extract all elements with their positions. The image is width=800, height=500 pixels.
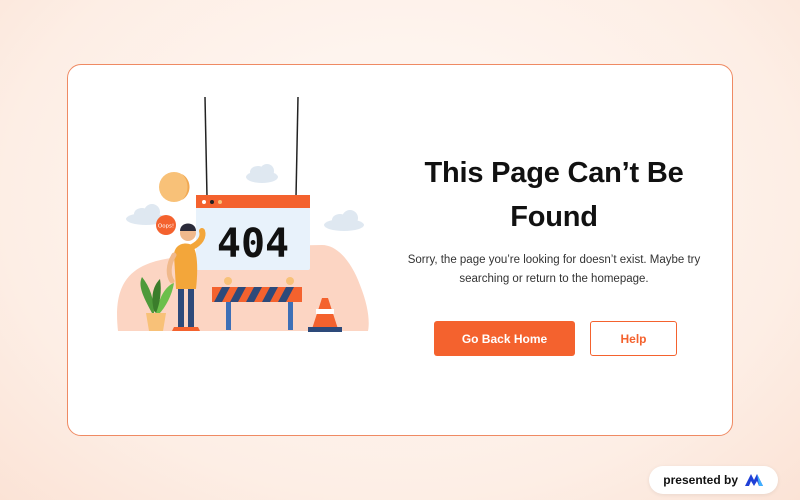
hanging-wire (204, 96, 208, 198)
cloud-icon (246, 164, 278, 183)
page-description: Sorry, the page you’re looking for doesn… (407, 254, 701, 285)
barrier (212, 287, 302, 302)
barrier-leg (226, 300, 231, 330)
presented-by-badge[interactable]: presented by (649, 466, 778, 494)
speech-bubble-text: Oops! (158, 224, 174, 230)
go-back-home-button[interactable]: Go Back Home (434, 321, 575, 356)
hanging-wire (295, 96, 299, 198)
presented-by-label: presented by (663, 473, 738, 487)
barrier-leg (288, 300, 293, 330)
error-content: This Page Can’t Be Found Sorry, the page… (404, 151, 704, 289)
404-illustration: 404 Oops! (117, 96, 369, 332)
help-button[interactable]: Help (590, 321, 677, 356)
cloud-icon (324, 210, 364, 231)
sign-text: 404 (217, 221, 289, 267)
error-card: 404 Oops! This Page Can’t Be Found Sorry… (67, 64, 733, 436)
page-title: This Page Can’t Be Found (424, 157, 684, 233)
brand-logo-icon (745, 474, 763, 486)
